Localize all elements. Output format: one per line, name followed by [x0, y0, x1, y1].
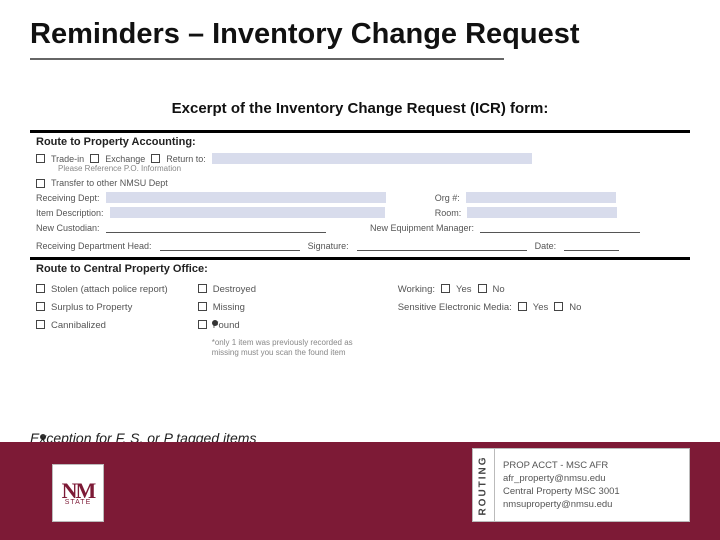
- label-surplus: Surplus to Property: [51, 302, 132, 313]
- section-2-grid: Stolen (attach police report) Surplus to…: [30, 278, 690, 364]
- label-date: Date:: [535, 241, 557, 251]
- label-item-desc: Item Description:: [36, 208, 104, 218]
- checkbox-sem-yes[interactable]: [518, 302, 527, 311]
- label-cannibalized: Cannibalized: [51, 320, 106, 331]
- label-room: Room:: [435, 208, 462, 218]
- input-new-custodian[interactable]: [106, 222, 326, 233]
- row-receiving-dept: Receiving Dept: Org #:: [30, 190, 690, 205]
- input-new-equip-mgr[interactable]: [480, 222, 640, 233]
- label-recv-dept-head: Receiving Department Head:: [36, 241, 152, 251]
- label-return: Return to:: [166, 154, 206, 164]
- title-underline: [30, 58, 504, 60]
- routing-text: ROUTING: [478, 455, 489, 515]
- label-receiving-dept: Receiving Dept:: [36, 193, 100, 203]
- routing-line-4: nmsuproperty@nmsu.edu: [503, 499, 681, 511]
- label-org: Org #:: [435, 193, 460, 203]
- checkbox-found[interactable]: [198, 320, 207, 329]
- checkbox-surplus[interactable]: [36, 302, 45, 311]
- col-mid: Destroyed Missing Found *only 1 item was…: [198, 284, 368, 358]
- input-receiving-dept[interactable]: [106, 192, 386, 203]
- checkbox-exchange[interactable]: [90, 154, 99, 163]
- routing-box: ROUTING PROP ACCT - MSC AFR afr_property…: [472, 448, 690, 522]
- label-new-custodian: New Custodian:: [36, 223, 100, 233]
- checkbox-transfer[interactable]: [36, 179, 45, 188]
- slide: Reminders – Inventory Change Request Exc…: [0, 0, 720, 540]
- subtitle: Excerpt of the Inventory Change Request …: [0, 100, 720, 117]
- form-excerpt: Route to Property Accounting: Trade-in E…: [30, 130, 690, 364]
- label-stolen: Stolen (attach police report): [51, 284, 168, 295]
- label-no: No: [569, 302, 581, 313]
- input-recv-dept-head[interactable]: [160, 241, 300, 251]
- row-transfer: Transfer to other NMSU Dept: [30, 176, 690, 190]
- label-missing: Missing: [213, 302, 245, 313]
- routing-side-label: ROUTING: [473, 449, 495, 521]
- checkbox-destroyed[interactable]: [198, 284, 207, 293]
- checkbox-tradein[interactable]: [36, 154, 45, 163]
- routing-body: PROP ACCT - MSC AFR afr_property@nmsu.ed…: [495, 449, 689, 521]
- input-return-to[interactable]: [212, 153, 532, 164]
- logo-state: STATE: [65, 499, 92, 506]
- label-yes: Yes: [533, 302, 549, 313]
- ref-po-note: Please Reference P.O. Information: [30, 164, 690, 176]
- checkbox-missing[interactable]: [198, 302, 207, 311]
- label-working: Working:: [398, 284, 435, 295]
- label-transfer: Transfer to other NMSU Dept: [51, 178, 168, 188]
- routing-line-1: PROP ACCT - MSC AFR: [503, 460, 681, 472]
- nmsu-logo: NM STATE: [52, 464, 104, 522]
- checkbox-return[interactable]: [151, 154, 160, 163]
- row-signature: Receiving Department Head: Signature: Da…: [30, 235, 690, 257]
- routing-line-2: afr_property@nmsu.edu: [503, 473, 681, 485]
- label-tradein: Trade-in: [51, 154, 84, 164]
- label-new-equip-mgr: New Equipment Manager:: [370, 223, 474, 233]
- checkbox-working-yes[interactable]: [441, 284, 450, 293]
- label-no: No: [493, 284, 505, 295]
- label-sem: Sensitive Electronic Media:: [398, 302, 512, 313]
- logo-nm: NM: [62, 481, 95, 501]
- row-item-desc: Item Description: Room:: [30, 205, 690, 220]
- input-signature[interactable]: [357, 241, 527, 251]
- section-heading-2: Route to Central Property Office:: [30, 260, 690, 278]
- label-destroyed: Destroyed: [213, 284, 256, 295]
- label-signature: Signature:: [308, 241, 349, 251]
- col-left: Stolen (attach police report) Surplus to…: [36, 284, 168, 358]
- row-custodian: New Custodian: New Equipment Manager:: [30, 220, 690, 235]
- routing-line-3: Central Property MSC 3001: [503, 486, 681, 498]
- found-note: *only 1 item was previously recorded as …: [198, 338, 368, 358]
- checkbox-cannibalized[interactable]: [36, 320, 45, 329]
- checkbox-sem-no[interactable]: [554, 302, 563, 311]
- checkbox-working-no[interactable]: [478, 284, 487, 293]
- input-room[interactable]: [467, 207, 617, 218]
- label-exchange: Exchange: [105, 154, 145, 164]
- label-yes: Yes: [456, 284, 472, 295]
- input-org[interactable]: [466, 192, 616, 203]
- page-title: Reminders – Inventory Change Request: [30, 18, 690, 51]
- section-heading-1: Route to Property Accounting:: [30, 133, 690, 151]
- checkbox-stolen[interactable]: [36, 284, 45, 293]
- input-date[interactable]: [564, 241, 619, 251]
- col-right: Working: Yes No Sensitive Electronic Med…: [398, 284, 582, 358]
- input-item-desc[interactable]: [110, 207, 385, 218]
- bullet-icon: [212, 320, 218, 326]
